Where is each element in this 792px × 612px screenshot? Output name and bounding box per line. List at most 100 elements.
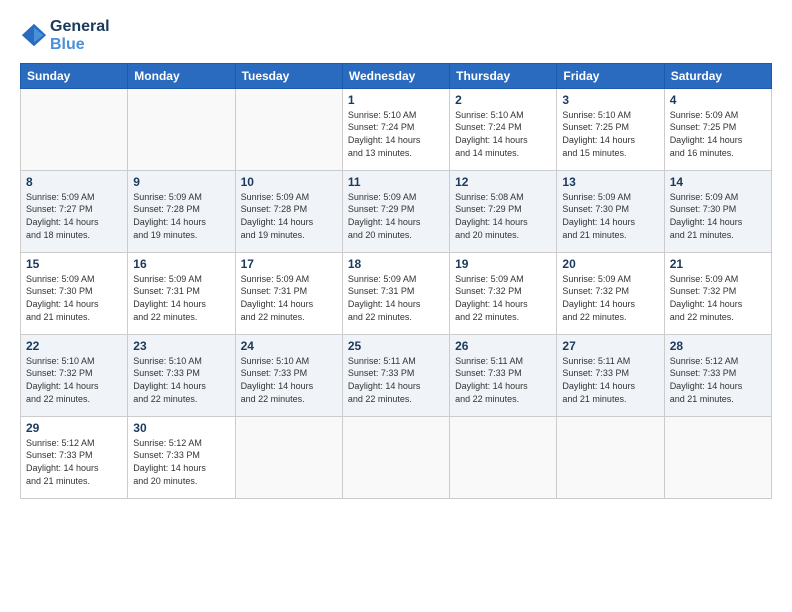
day-info: Sunrise: 5:11 AMSunset: 7:33 PMDaylight:… <box>455 355 551 405</box>
day-info: Sunrise: 5:09 AMSunset: 7:28 PMDaylight:… <box>133 191 229 241</box>
weekday-header-saturday: Saturday <box>664 63 771 88</box>
calendar-cell: 21 Sunrise: 5:09 AMSunset: 7:32 PMDayligh… <box>664 252 771 334</box>
day-number: 28 <box>670 339 766 353</box>
logo: General Blue <box>20 18 110 55</box>
calendar: SundayMondayTuesdayWednesdayThursdayFrid… <box>20 63 772 499</box>
weekday-header-row: SundayMondayTuesdayWednesdayThursdayFrid… <box>21 63 772 88</box>
calendar-cell: 11 Sunrise: 5:09 AMSunset: 7:29 PMDayligh… <box>342 170 449 252</box>
day-number: 16 <box>133 257 229 271</box>
header: General Blue <box>20 18 772 55</box>
day-number: 26 <box>455 339 551 353</box>
day-info: Sunrise: 5:12 AMSunset: 7:33 PMDaylight:… <box>670 355 766 405</box>
weekday-header-friday: Friday <box>557 63 664 88</box>
calendar-cell <box>450 416 557 498</box>
day-info: Sunrise: 5:09 AMSunset: 7:31 PMDaylight:… <box>348 273 444 323</box>
day-info: Sunrise: 5:09 AMSunset: 7:32 PMDaylight:… <box>562 273 658 323</box>
day-info: Sunrise: 5:10 AMSunset: 7:33 PMDaylight:… <box>133 355 229 405</box>
weekday-header-tuesday: Tuesday <box>235 63 342 88</box>
calendar-cell <box>235 88 342 170</box>
day-info: Sunrise: 5:09 AMSunset: 7:30 PMDaylight:… <box>670 191 766 241</box>
calendar-cell: 4 Sunrise: 5:09 AMSunset: 7:25 PMDaylight… <box>664 88 771 170</box>
day-number: 29 <box>26 421 122 435</box>
day-number: 17 <box>241 257 337 271</box>
calendar-cell: 13 Sunrise: 5:09 AMSunset: 7:30 PMDayligh… <box>557 170 664 252</box>
day-info: Sunrise: 5:10 AMSunset: 7:32 PMDaylight:… <box>26 355 122 405</box>
calendar-cell: 1 Sunrise: 5:10 AMSunset: 7:24 PMDaylight… <box>342 88 449 170</box>
weekday-header-monday: Monday <box>128 63 235 88</box>
day-info: Sunrise: 5:12 AMSunset: 7:33 PMDaylight:… <box>26 437 122 487</box>
day-number: 13 <box>562 175 658 189</box>
day-number: 19 <box>455 257 551 271</box>
day-info: Sunrise: 5:10 AMSunset: 7:24 PMDaylight:… <box>455 109 551 159</box>
logo-text-general: General <box>50 18 110 36</box>
calendar-cell: 3Sunrise: 5:10 AMSunset: 7:25 PMDaylight… <box>557 88 664 170</box>
day-number: 21 <box>670 257 766 271</box>
day-number: 22 <box>26 339 122 353</box>
calendar-cell <box>21 88 128 170</box>
calendar-cell <box>128 88 235 170</box>
day-number: 23 <box>133 339 229 353</box>
day-number: 2 <box>455 93 551 107</box>
calendar-cell: 9 Sunrise: 5:09 AMSunset: 7:28 PMDaylight… <box>128 170 235 252</box>
day-info: Sunrise: 5:09 AMSunset: 7:25 PMDaylight:… <box>670 109 766 159</box>
calendar-cell: 8 Sunrise: 5:09 AMSunset: 7:27 PMDaylight… <box>21 170 128 252</box>
calendar-cell <box>235 416 342 498</box>
day-info: Sunrise: 5:09 AMSunset: 7:30 PMDaylight:… <box>26 273 122 323</box>
day-number: 1 <box>348 93 444 107</box>
day-number: 10 <box>241 175 337 189</box>
day-info: Sunrise: 5:09 AMSunset: 7:32 PMDaylight:… <box>455 273 551 323</box>
calendar-cell: 25Sunrise: 5:11 AMSunset: 7:33 PMDayligh… <box>342 334 449 416</box>
calendar-cell: 19 Sunrise: 5:09 AMSunset: 7:32 PMDayligh… <box>450 252 557 334</box>
day-number: 30 <box>133 421 229 435</box>
page: General Blue SundayMondayTuesdayWednesda… <box>0 0 792 612</box>
day-info: Sunrise: 5:11 AMSunset: 7:33 PMDaylight:… <box>348 355 444 405</box>
week-row-1: 1 Sunrise: 5:10 AMSunset: 7:24 PMDaylight… <box>21 88 772 170</box>
calendar-cell: 20 Sunrise: 5:09 AMSunset: 7:32 PMDayligh… <box>557 252 664 334</box>
week-row-5: 29 Sunrise: 5:12 AMSunset: 7:33 PMDayligh… <box>21 416 772 498</box>
calendar-cell: 30 Sunrise: 5:12 AMSunset: 7:33 PMDayligh… <box>128 416 235 498</box>
calendar-cell: 27Sunrise: 5:11 AMSunset: 7:33 PMDayligh… <box>557 334 664 416</box>
day-number: 18 <box>348 257 444 271</box>
calendar-cell: 14 Sunrise: 5:09 AMSunset: 7:30 PMDayligh… <box>664 170 771 252</box>
calendar-cell: 18 Sunrise: 5:09 AMSunset: 7:31 PMDayligh… <box>342 252 449 334</box>
day-info: Sunrise: 5:09 AMSunset: 7:32 PMDaylight:… <box>670 273 766 323</box>
logo-text-blue: Blue <box>50 36 110 54</box>
calendar-cell <box>557 416 664 498</box>
week-row-4: 22 Sunrise: 5:10 AMSunset: 7:32 PMDayligh… <box>21 334 772 416</box>
day-info: Sunrise: 5:09 AMSunset: 7:31 PMDaylight:… <box>133 273 229 323</box>
weekday-header-sunday: Sunday <box>21 63 128 88</box>
calendar-cell: 28 Sunrise: 5:12 AMSunset: 7:33 PMDayligh… <box>664 334 771 416</box>
calendar-cell: 23 Sunrise: 5:10 AMSunset: 7:33 PMDayligh… <box>128 334 235 416</box>
calendar-cell: 12Sunrise: 5:08 AMSunset: 7:29 PMDayligh… <box>450 170 557 252</box>
day-number: 20 <box>562 257 658 271</box>
day-info: Sunrise: 5:09 AMSunset: 7:31 PMDaylight:… <box>241 273 337 323</box>
day-info: Sunrise: 5:09 AMSunset: 7:27 PMDaylight:… <box>26 191 122 241</box>
calendar-cell: 15Sunrise: 5:09 AMSunset: 7:30 PMDayligh… <box>21 252 128 334</box>
day-info: Sunrise: 5:09 AMSunset: 7:29 PMDaylight:… <box>348 191 444 241</box>
day-number: 4 <box>670 93 766 107</box>
calendar-cell: 24 Sunrise: 5:10 AMSunset: 7:33 PMDayligh… <box>235 334 342 416</box>
calendar-cell: 22 Sunrise: 5:10 AMSunset: 7:32 PMDayligh… <box>21 334 128 416</box>
day-info: Sunrise: 5:10 AMSunset: 7:33 PMDaylight:… <box>241 355 337 405</box>
day-info: Sunrise: 5:08 AMSunset: 7:29 PMDaylight:… <box>455 191 551 241</box>
logo-icon <box>20 22 48 50</box>
day-number: 3 <box>562 93 658 107</box>
calendar-cell <box>342 416 449 498</box>
day-info: Sunrise: 5:10 AMSunset: 7:24 PMDaylight:… <box>348 109 444 159</box>
day-number: 14 <box>670 175 766 189</box>
day-number: 8 <box>26 175 122 189</box>
day-number: 27 <box>562 339 658 353</box>
day-number: 11 <box>348 175 444 189</box>
day-number: 24 <box>241 339 337 353</box>
calendar-cell: 26 Sunrise: 5:11 AMSunset: 7:33 PMDayligh… <box>450 334 557 416</box>
day-info: Sunrise: 5:09 AMSunset: 7:30 PMDaylight:… <box>562 191 658 241</box>
weekday-header-wednesday: Wednesday <box>342 63 449 88</box>
calendar-cell: 16 Sunrise: 5:09 AMSunset: 7:31 PMDayligh… <box>128 252 235 334</box>
calendar-cell <box>664 416 771 498</box>
day-number: 9 <box>133 175 229 189</box>
week-row-2: 8 Sunrise: 5:09 AMSunset: 7:27 PMDaylight… <box>21 170 772 252</box>
week-row-3: 15Sunrise: 5:09 AMSunset: 7:30 PMDayligh… <box>21 252 772 334</box>
day-info: Sunrise: 5:12 AMSunset: 7:33 PMDaylight:… <box>133 437 229 487</box>
day-info: Sunrise: 5:09 AMSunset: 7:28 PMDaylight:… <box>241 191 337 241</box>
calendar-cell: 29 Sunrise: 5:12 AMSunset: 7:33 PMDayligh… <box>21 416 128 498</box>
